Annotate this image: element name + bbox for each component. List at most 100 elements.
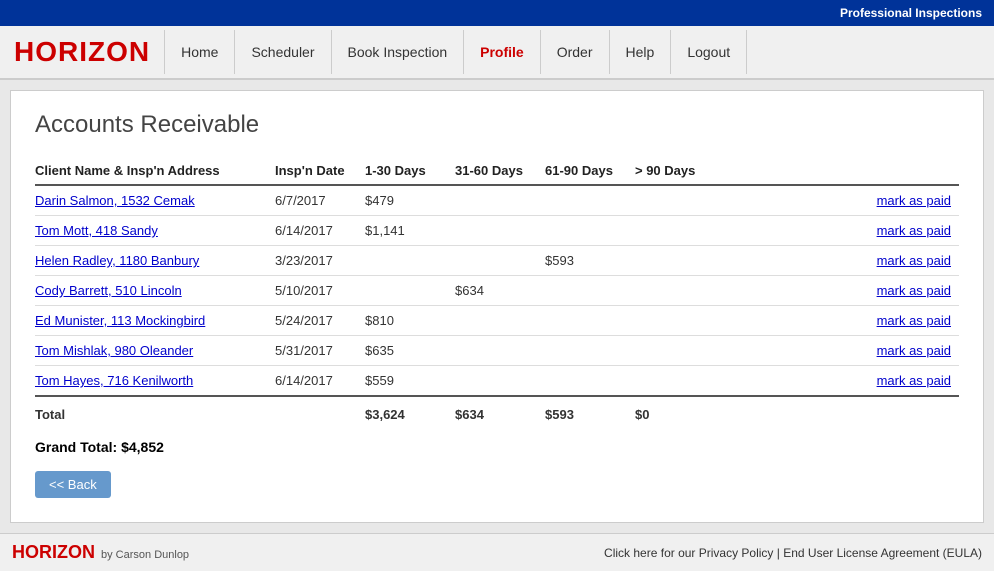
mark-paid-link[interactable]: mark as paid [877, 343, 951, 358]
mark-paid-cell: mark as paid [725, 216, 959, 246]
grand-total-label: Grand Total: [35, 439, 117, 455]
nav: Home Scheduler Book Inspection Profile O… [164, 30, 747, 74]
client-link[interactable]: Tom Mishlak, 980 Oleander [35, 343, 193, 358]
table-row: Helen Radley, 1180 Banbury 3/23/2017 $59… [35, 246, 959, 276]
nav-scheduler[interactable]: Scheduler [234, 30, 330, 74]
days-1-30-cell [365, 276, 455, 306]
table-row: Tom Mott, 418 Sandy 6/14/2017 $1,141 mar… [35, 216, 959, 246]
grand-total-row: Grand Total: $4,852 [35, 439, 959, 455]
days-1-30-cell [365, 246, 455, 276]
date-cell: 5/31/2017 [275, 336, 365, 366]
client-link[interactable]: Helen Radley, 1180 Banbury [35, 253, 199, 268]
totals-over-90: $0 [635, 396, 725, 429]
col-over-90: > 90 Days [635, 157, 725, 185]
days-1-30-cell: $479 [365, 185, 455, 216]
table-row: Ed Munister, 113 Mockingbird 5/24/2017 $… [35, 306, 959, 336]
date-cell: 5/10/2017 [275, 276, 365, 306]
mark-paid-cell: mark as paid [725, 366, 959, 397]
client-link[interactable]: Tom Hayes, 716 Kenilworth [35, 373, 193, 388]
page-title: Accounts Receivable [35, 111, 959, 139]
nav-home[interactable]: Home [164, 30, 234, 74]
days-61-90-cell: $593 [545, 246, 635, 276]
privacy-link[interactable]: Click here for our Privacy Policy [604, 546, 773, 560]
col-action [725, 157, 959, 185]
mark-paid-cell: mark as paid [725, 246, 959, 276]
main-wrapper: Accounts Receivable Client Name & Insp'n… [0, 80, 994, 533]
days-over-90-cell [635, 185, 725, 216]
days-61-90-cell [545, 185, 635, 216]
days-over-90-cell [635, 276, 725, 306]
totals-row: Total $3,624 $634 $593 $0 [35, 396, 959, 429]
client-link[interactable]: Ed Munister, 113 Mockingbird [35, 313, 205, 328]
date-cell: 5/24/2017 [275, 306, 365, 336]
days-over-90-cell [635, 246, 725, 276]
mark-paid-cell: mark as paid [725, 185, 959, 216]
client-name-cell: Cody Barrett, 510 Lincoln [35, 276, 275, 306]
days-31-60-cell [455, 306, 545, 336]
logo: HORIZON [10, 26, 164, 78]
nav-help[interactable]: Help [609, 30, 671, 74]
days-61-90-cell [545, 216, 635, 246]
nav-profile[interactable]: Profile [463, 30, 540, 74]
footer: HORIZON by Carson Dunlop Click here for … [0, 533, 994, 571]
table-row: Darin Salmon, 1532 Cemak 6/7/2017 $479 m… [35, 185, 959, 216]
days-31-60-cell [455, 216, 545, 246]
days-31-60-cell: $634 [455, 276, 545, 306]
table-header-row: Client Name & Insp'n Address Insp'n Date… [35, 157, 959, 185]
eula-link[interactable]: End User License Agreement (EULA) [783, 546, 982, 560]
client-link[interactable]: Cody Barrett, 510 Lincoln [35, 283, 182, 298]
days-61-90-cell [545, 366, 635, 397]
mark-paid-link[interactable]: mark as paid [877, 253, 951, 268]
days-31-60-cell [455, 246, 545, 276]
days-1-30-cell: $635 [365, 336, 455, 366]
footer-logo-group: HORIZON by Carson Dunlop [12, 542, 189, 563]
nav-order[interactable]: Order [540, 30, 609, 74]
mark-paid-link[interactable]: mark as paid [877, 313, 951, 328]
totals-1-30: $3,624 [365, 396, 455, 429]
table-row: Tom Mishlak, 980 Oleander 5/31/2017 $635… [35, 336, 959, 366]
date-cell: 3/23/2017 [275, 246, 365, 276]
mark-paid-cell: mark as paid [725, 336, 959, 366]
totals-date [275, 396, 365, 429]
mark-paid-link[interactable]: mark as paid [877, 223, 951, 238]
footer-links: Click here for our Privacy Policy | End … [604, 546, 982, 560]
days-31-60-cell [455, 336, 545, 366]
nav-book-inspection[interactable]: Book Inspection [331, 30, 464, 74]
col-insp-date: Insp'n Date [275, 157, 365, 185]
mark-paid-link[interactable]: mark as paid [877, 373, 951, 388]
footer-logo: HORIZON [12, 542, 95, 563]
client-name-cell: Tom Hayes, 716 Kenilworth [35, 366, 275, 397]
days-31-60-cell [455, 185, 545, 216]
col-1-30: 1-30 Days [365, 157, 455, 185]
client-link[interactable]: Darin Salmon, 1532 Cemak [35, 193, 195, 208]
mark-paid-cell: mark as paid [725, 306, 959, 336]
totals-action [725, 396, 959, 429]
totals-label: Total [35, 396, 275, 429]
client-link[interactable]: Tom Mott, 418 Sandy [35, 223, 158, 238]
table-row: Cody Barrett, 510 Lincoln 5/10/2017 $634… [35, 276, 959, 306]
table-row: Tom Hayes, 716 Kenilworth 6/14/2017 $559… [35, 366, 959, 397]
client-name-cell: Ed Munister, 113 Mockingbird [35, 306, 275, 336]
top-banner-label: Professional Inspections [840, 6, 982, 20]
days-1-30-cell: $810 [365, 306, 455, 336]
days-61-90-cell [545, 306, 635, 336]
grand-total-value: $4,852 [121, 439, 164, 455]
client-name-cell: Helen Radley, 1180 Banbury [35, 246, 275, 276]
mark-paid-link[interactable]: mark as paid [877, 193, 951, 208]
days-1-30-cell: $559 [365, 366, 455, 397]
date-cell: 6/7/2017 [275, 185, 365, 216]
client-name-cell: Tom Mott, 418 Sandy [35, 216, 275, 246]
nav-logout[interactable]: Logout [670, 30, 747, 74]
days-31-60-cell [455, 366, 545, 397]
mark-paid-link[interactable]: mark as paid [877, 283, 951, 298]
back-button[interactable]: << Back [35, 471, 111, 498]
header: HORIZON Home Scheduler Book Inspection P… [0, 26, 994, 80]
days-over-90-cell [635, 366, 725, 397]
days-61-90-cell [545, 276, 635, 306]
col-31-60: 31-60 Days [455, 157, 545, 185]
mark-paid-cell: mark as paid [725, 276, 959, 306]
client-name-cell: Tom Mishlak, 980 Oleander [35, 336, 275, 366]
totals-61-90: $593 [545, 396, 635, 429]
days-61-90-cell [545, 336, 635, 366]
client-name-cell: Darin Salmon, 1532 Cemak [35, 185, 275, 216]
